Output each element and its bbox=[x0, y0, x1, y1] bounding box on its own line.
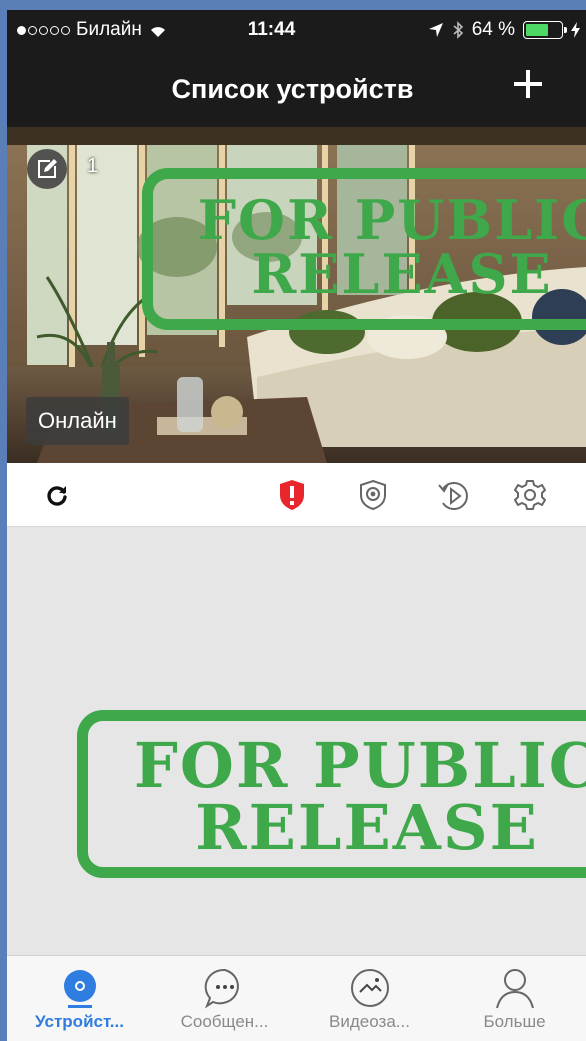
battery-icon bbox=[523, 21, 567, 39]
charging-bolt-icon bbox=[571, 22, 580, 38]
privacy-mode-button[interactable] bbox=[355, 477, 391, 513]
status-bar: Билайн 11:44 64 % bbox=[7, 10, 586, 50]
edit-device-button[interactable] bbox=[27, 149, 67, 189]
refresh-icon bbox=[47, 486, 67, 506]
tab-label: Больше bbox=[483, 1012, 546, 1031]
tab-messages[interactable]: Сообщен... bbox=[152, 956, 297, 1041]
chat-bubble-icon bbox=[204, 968, 239, 1009]
edit-icon bbox=[38, 159, 57, 178]
device-toolbar bbox=[7, 463, 586, 527]
release-stamp-middle: FOR PUBLIC RELEASE bbox=[77, 710, 586, 878]
location-arrow-icon bbox=[428, 23, 443, 37]
playback-button[interactable] bbox=[435, 477, 471, 513]
tab-bar: Устройст... Сообщен... Видеоза... Больше bbox=[7, 955, 586, 1041]
online-status-badge: Онлайн bbox=[26, 397, 129, 445]
camera-shield-icon bbox=[360, 479, 386, 511]
tab-label: Устройст... bbox=[35, 1012, 124, 1031]
stamp-line-1: FOR PUBLIC bbox=[133, 729, 586, 802]
stamp-line-2: RELEASE bbox=[195, 791, 539, 864]
add-device-button[interactable] bbox=[510, 66, 546, 102]
device-number: 1 bbox=[87, 155, 99, 177]
playback-icon bbox=[438, 482, 468, 510]
app-screen: Билайн 11:44 64 % Список устройств 1 Онл… bbox=[7, 10, 586, 1041]
battery-level bbox=[526, 24, 548, 36]
person-icon bbox=[495, 969, 534, 1009]
bluetooth-icon bbox=[453, 21, 463, 39]
video-gallery-icon bbox=[350, 969, 389, 1007]
settings-button[interactable] bbox=[512, 477, 548, 513]
tab-label: Видеоза... bbox=[329, 1012, 410, 1031]
alert-shield-icon bbox=[280, 480, 304, 510]
refresh-button[interactable] bbox=[39, 477, 75, 513]
tab-label: Сообщен... bbox=[180, 1012, 269, 1031]
battery-percent: 64 % bbox=[471, 19, 515, 40]
stamp-line-1: FOR PUBLIC bbox=[197, 188, 586, 252]
release-stamp-top: FOR PUBLIC RELEASE bbox=[142, 168, 586, 330]
stamp-line-2: RELEASE bbox=[251, 242, 553, 306]
alarm-button[interactable] bbox=[274, 477, 310, 513]
tab-devices[interactable]: Устройст... bbox=[7, 956, 152, 1041]
tab-more[interactable]: Больше bbox=[442, 956, 586, 1041]
status-right: 64 % bbox=[428, 19, 580, 41]
top-bar: Билайн 11:44 64 % Список устройств bbox=[7, 10, 586, 127]
gear-icon bbox=[514, 480, 546, 510]
devices-tab-icon bbox=[63, 970, 96, 1008]
page-title: Список устройств bbox=[171, 74, 414, 104]
tab-videos[interactable]: Видеоза... bbox=[297, 956, 442, 1041]
